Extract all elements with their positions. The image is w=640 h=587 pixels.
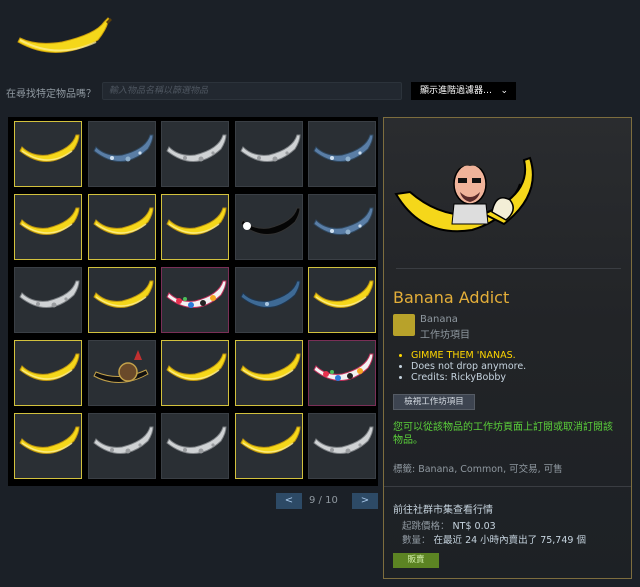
inventory-slot[interactable] <box>87 121 156 187</box>
banana-item-icon <box>92 350 149 383</box>
banana-logo-icon <box>17 17 112 53</box>
game-icon <box>393 314 415 336</box>
inventory-slot[interactable] <box>87 194 156 260</box>
description-line: GIMME THEM 'NANAS. <box>411 350 526 361</box>
banana-item-icon <box>313 353 374 381</box>
inventory-slot[interactable] <box>161 194 229 260</box>
inventory-slot[interactable] <box>14 340 82 406</box>
pager: < 9 / 10 > <box>276 493 378 509</box>
banana-item-icon <box>166 207 227 235</box>
banana-item-icon <box>239 353 301 381</box>
banana-item-icon <box>92 134 154 162</box>
price-label: 起跳價格： <box>402 521 450 532</box>
chevron-down-icon: ⌄ <box>500 86 508 96</box>
inventory-slot[interactable] <box>308 413 376 479</box>
subscribe-note: 您可以從該物品的工作坊頁面上訂閱或取消訂閱該物品。 <box>393 422 613 446</box>
banana-item-icon <box>239 207 301 235</box>
search-input[interactable] <box>102 82 402 100</box>
inventory-slot[interactable] <box>87 267 156 333</box>
inventory-slot[interactable] <box>87 340 156 406</box>
game-name: Banana <box>420 314 458 325</box>
inventory-slot[interactable] <box>161 267 229 333</box>
divider <box>384 486 631 487</box>
inventory-slot[interactable] <box>161 121 229 187</box>
banana-item-icon <box>313 134 374 162</box>
inventory-slot[interactable] <box>87 413 156 479</box>
divider <box>396 268 621 269</box>
item-detail-panel: Banana Addict Banana 工作坊項目 GIMME THEM 'N… <box>383 117 632 579</box>
inventory-slot[interactable] <box>234 121 303 187</box>
banana-item-icon <box>166 353 227 381</box>
item-image <box>394 156 534 233</box>
item-description: GIMME THEM 'NANAS. Does not drop anymore… <box>398 350 526 383</box>
page-indicator: 9 / 10 <box>309 495 338 506</box>
banana-item-icon <box>92 426 154 454</box>
banana-item-icon <box>19 280 80 308</box>
description-line: Does not drop anymore. <box>411 361 526 372</box>
inventory-slot[interactable] <box>308 340 376 406</box>
advanced-filter-label: 顯示進階過濾器… <box>420 86 493 96</box>
inventory-slot[interactable] <box>234 413 303 479</box>
banana-item-icon <box>92 207 154 235</box>
item-tags: 標籤: Banana, Common, 可交易, 可售 <box>393 464 563 475</box>
banana-item-icon <box>19 134 80 162</box>
price-value: NT$ 0.03 <box>452 521 496 532</box>
banana-item-icon <box>166 280 227 308</box>
banana-item-icon <box>313 207 374 235</box>
item-name: Banana Addict <box>393 288 510 307</box>
volume-label: 數量： <box>402 535 431 546</box>
banana-item-icon <box>166 134 227 162</box>
inventory-slot[interactable] <box>308 267 376 333</box>
inventory-slot[interactable] <box>234 340 303 406</box>
prev-page-button[interactable]: < <box>276 493 302 509</box>
volume-value: 在最近 24 小時內賣出了 75,749 個 <box>433 535 586 546</box>
market-volume: 數量： 在最近 24 小時內賣出了 75,749 個 <box>402 532 586 546</box>
banana-item-icon <box>239 426 301 454</box>
banana-item-icon <box>239 280 301 308</box>
banana-item-icon <box>92 280 154 308</box>
inventory-slot[interactable] <box>308 194 376 260</box>
banana-item-icon <box>19 353 80 381</box>
banana-item-icon <box>313 280 374 308</box>
item-type: 工作坊項目 <box>420 330 470 341</box>
inventory-slot[interactable] <box>14 413 82 479</box>
inventory-slot[interactable] <box>234 194 303 260</box>
inventory-slot[interactable] <box>161 340 229 406</box>
market-price: 起跳價格： NT$ 0.03 <box>402 518 496 532</box>
advanced-filter-button[interactable]: 顯示進階過濾器… ⌄ <box>411 82 516 100</box>
banana-item-icon <box>19 207 80 235</box>
inventory-grid <box>8 117 378 486</box>
banana-item-icon <box>313 426 374 454</box>
inventory-slot[interactable] <box>14 267 82 333</box>
inventory-slot[interactable] <box>14 194 82 260</box>
inventory-slot[interactable] <box>308 121 376 187</box>
market-title: 前往社群市集查看行情 <box>393 505 493 516</box>
inventory-slot[interactable] <box>234 267 303 333</box>
search-label: 在尋找特定物品嗎？ <box>6 89 96 100</box>
banana-item-icon <box>239 134 301 162</box>
banana-item-icon <box>166 426 227 454</box>
description-line: Credits: RickyBobby <box>411 372 526 383</box>
sell-button[interactable]: 販賣 <box>393 553 439 568</box>
inventory-slot[interactable] <box>14 121 82 187</box>
next-page-button[interactable]: > <box>352 493 378 509</box>
inventory-slot[interactable] <box>161 413 229 479</box>
view-workshop-button[interactable]: 檢視工作坊項目 <box>393 394 475 410</box>
search-row: 在尋找特定物品嗎？ 顯示進階過濾器… ⌄ <box>6 82 526 100</box>
banana-item-icon <box>19 426 80 454</box>
